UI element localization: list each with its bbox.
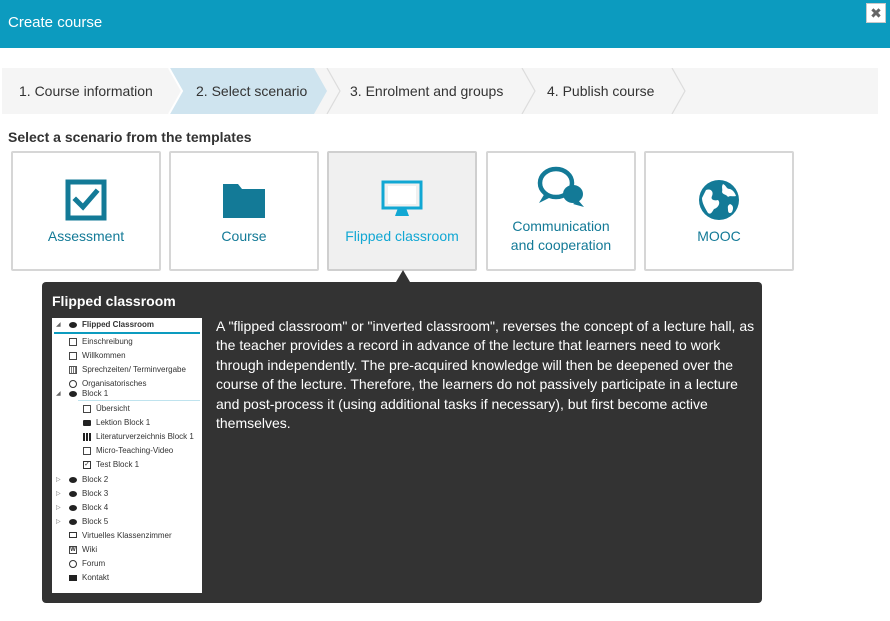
structure-icon xyxy=(69,491,77,497)
close-icon: ✖ xyxy=(870,5,882,21)
tree-label: Micro-Teaching-Video xyxy=(96,446,174,455)
tree-label: Block 5 xyxy=(82,517,109,526)
tooltip-arrow xyxy=(396,270,410,282)
scenario-label: Course xyxy=(221,228,267,244)
collapsed-arrow-icon: ▷ xyxy=(56,491,61,497)
tree-row: ▷ Block 2 xyxy=(52,473,202,487)
wizard-step-enrolment-and-groups[interactable]: 3. Enrolment and groups xyxy=(327,68,522,114)
test-icon: ✓ xyxy=(83,461,91,469)
literature-icon xyxy=(83,433,91,441)
page-icon xyxy=(83,405,91,413)
scenario-label: Flipped classroom xyxy=(345,228,459,244)
tree-label: Block 3 xyxy=(82,489,109,498)
wizard-step-publish-course[interactable]: 4. Publish course xyxy=(522,68,687,114)
mail-icon xyxy=(69,575,77,581)
wiki-icon: W xyxy=(69,546,77,554)
tree-row: ◢ Flipped Classroom xyxy=(52,318,202,332)
calendar-icon xyxy=(69,366,77,374)
scenario-label-line2: and cooperation xyxy=(510,237,612,253)
tree-label: Flipped Classroom xyxy=(82,320,155,329)
tree-label: Forum xyxy=(82,559,106,568)
tree-label: Übersicht xyxy=(96,404,130,413)
course-icon xyxy=(69,322,77,328)
course-structure-preview: ◢ Flipped Classroom Einschreibung Willko… xyxy=(52,318,202,593)
expanded-arrow-icon: ◢ xyxy=(56,322,61,328)
structure-icon xyxy=(69,391,77,397)
tree-label: Block 4 xyxy=(82,503,109,512)
globe-icon xyxy=(699,180,739,220)
scenario-card-flipped-classroom[interactable]: Flipped classroom xyxy=(327,151,477,271)
scenario-label: Assessment xyxy=(47,228,125,244)
scenario-card-course[interactable]: Course xyxy=(169,151,319,271)
tree-row: ✓ Test Block 1 xyxy=(52,458,202,472)
tree-label: Kontakt xyxy=(82,573,110,582)
enrolment-icon xyxy=(69,338,77,346)
structure-icon xyxy=(69,505,77,511)
wizard-step-course-information[interactable]: 1. Course information xyxy=(2,68,169,114)
tree-row: Lektion Block 1 xyxy=(52,416,202,430)
wizard-step-select-scenario[interactable]: 2. Select scenario xyxy=(169,68,327,114)
section-heading: Select a scenario from the templates xyxy=(8,129,252,145)
tree-row: ▷ Block 4 xyxy=(52,501,202,515)
tree-label: Virtuelles Klassenzimmer xyxy=(82,531,172,540)
tree-label: Test Block 1 xyxy=(96,460,140,469)
tree-label: Block 2 xyxy=(82,475,109,484)
forum-icon xyxy=(69,560,77,568)
tree-label: Lektion Block 1 xyxy=(96,418,151,427)
tree-row: Einschreibung xyxy=(52,335,202,349)
tree-row: Kontakt xyxy=(52,571,202,585)
checkbox-icon xyxy=(65,179,107,221)
tree-label: Literaturverzeichnis Block 1 xyxy=(96,432,194,441)
dialog-header: Create course xyxy=(0,0,890,48)
tree-row: Literaturverzeichnis Block 1 xyxy=(52,430,202,444)
page-icon xyxy=(83,447,91,455)
tree-label: Einschreibung xyxy=(82,337,133,346)
dialog-title: Create course xyxy=(8,14,103,31)
scenario-label-line1: Communication xyxy=(512,218,610,234)
tree-label: Block 1 xyxy=(82,389,109,398)
tree-row: Forum xyxy=(52,557,202,571)
tooltip-title: Flipped classroom xyxy=(52,293,176,309)
tree-row: Micro-Teaching-Video xyxy=(52,444,202,458)
tree-row: Übersicht xyxy=(52,402,202,416)
wizard-steps: 1. Course information 2. Select scenario… xyxy=(2,68,878,114)
structure-icon xyxy=(69,477,77,483)
tree-row: W Wiki xyxy=(52,543,202,557)
tree-row: Sprechzeiten/ Terminvergabe xyxy=(52,363,202,377)
root-underline xyxy=(54,332,200,334)
tree-row: Virtuelles Klassenzimmer xyxy=(52,529,202,543)
scenario-tooltip: Flipped classroom ◢ Flipped Classroom Ei… xyxy=(42,282,762,603)
folder-icon xyxy=(83,420,91,426)
collapsed-arrow-icon: ▷ xyxy=(56,477,61,483)
tree-row: ◢ Block 1 xyxy=(52,387,202,401)
monitor-icon xyxy=(69,532,77,538)
collapsed-arrow-icon: ▷ xyxy=(56,505,61,511)
tree-label: Sprechzeiten/ Terminvergabe xyxy=(82,365,186,374)
structure-icon xyxy=(69,519,77,525)
scenario-card-mooc[interactable]: MOOC xyxy=(644,151,794,271)
expanded-arrow-icon: ◢ xyxy=(56,391,61,397)
tree-row: ▷ Block 5 xyxy=(52,515,202,529)
monitor-icon xyxy=(381,180,423,216)
close-button[interactable]: ✖ xyxy=(866,3,886,23)
tree-label: Wiki xyxy=(82,545,98,554)
page-icon xyxy=(69,352,77,360)
collapsed-arrow-icon: ▷ xyxy=(56,519,61,525)
folder-icon xyxy=(223,184,265,218)
tree-label: Willkommen xyxy=(82,351,126,360)
scenario-card-assessment[interactable]: Assessment xyxy=(11,151,161,271)
scenario-card-communication-and-cooperation[interactable]: Communication and cooperation xyxy=(486,151,636,271)
tree-row: Willkommen xyxy=(52,349,202,363)
tree-row: ▷ Block 3 xyxy=(52,487,202,501)
chat-bubbles-icon xyxy=(537,166,584,207)
scenario-label: MOOC xyxy=(697,228,741,244)
tooltip-description: A "flipped classroom" or "inverted class… xyxy=(216,318,755,432)
